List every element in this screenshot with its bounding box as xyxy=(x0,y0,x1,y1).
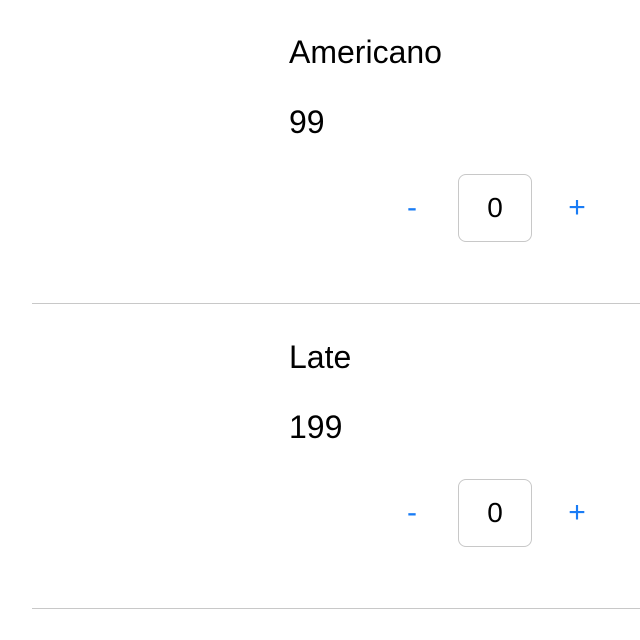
increment-button[interactable]: + xyxy=(557,174,597,242)
product-list: Americano 99 - + Late 199 - + xyxy=(0,0,640,640)
increment-button[interactable]: + xyxy=(557,479,597,547)
product-name: Late xyxy=(289,339,352,375)
product-name: Americano xyxy=(289,34,442,70)
product-price: 199 xyxy=(289,409,343,445)
quantity-stepper: - + xyxy=(392,174,602,242)
divider xyxy=(32,303,640,304)
decrement-button[interactable]: - xyxy=(392,174,432,242)
list-item: Late 199 - + xyxy=(0,305,640,610)
quantity-field[interactable] xyxy=(458,174,532,242)
quantity-stepper: - + xyxy=(392,479,602,547)
product-price: 99 xyxy=(289,104,325,140)
decrement-button[interactable]: - xyxy=(392,479,432,547)
list-item: Americano 99 - + xyxy=(0,0,640,305)
quantity-field[interactable] xyxy=(458,479,532,547)
divider xyxy=(32,608,640,609)
